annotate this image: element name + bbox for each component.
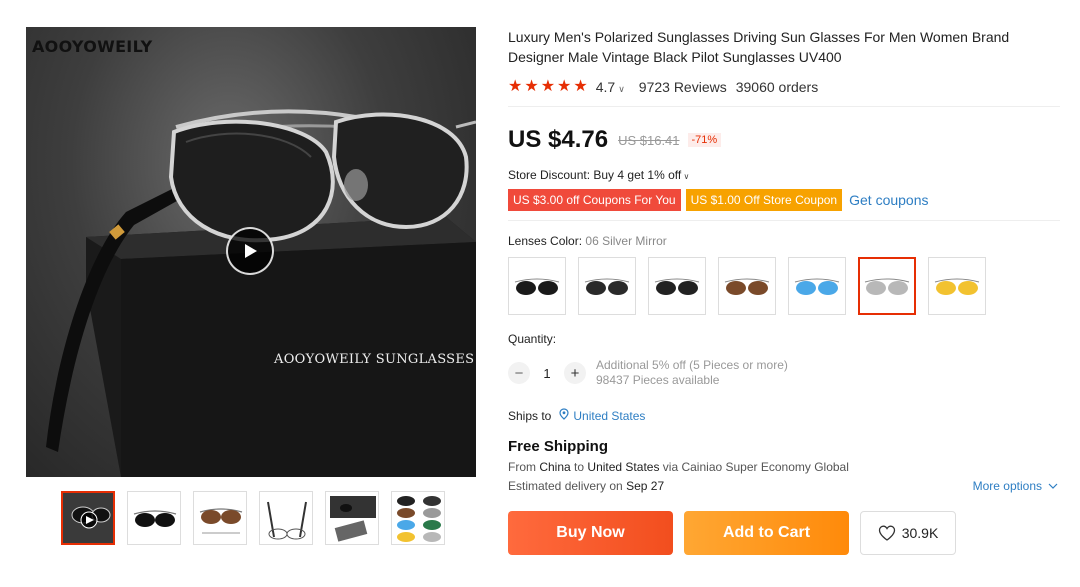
- quantity-stepper: − 1 + Additional 5% off (5 Pieces or mor…: [508, 358, 1060, 388]
- shipping-route: From China to United States via Cainiao …: [508, 460, 1060, 474]
- wishlist-count: 30.9K: [901, 525, 939, 541]
- more-shipping-options-link[interactable]: More options: [973, 479, 1058, 493]
- sunglasses-icon: [864, 278, 910, 295]
- thumbnail-folded-frame[interactable]: [259, 491, 313, 545]
- thumbnail-black-lens[interactable]: [127, 491, 181, 545]
- ships-to-country[interactable]: United States: [573, 409, 645, 423]
- sunglasses-icon: [133, 510, 177, 527]
- brand-watermark: AOOYOWEILY: [32, 37, 153, 56]
- rating-stars: ★ ★ ★ ★ ★: [508, 79, 588, 95]
- package-icon: [330, 496, 376, 542]
- lens-color-label: Lenses Color: 06 Silver Mirror: [508, 234, 1060, 248]
- sunglasses-icon: [724, 278, 770, 295]
- lens-option-5[interactable]: [788, 257, 846, 315]
- star-icon: ★: [508, 78, 523, 95]
- ship-to: United States: [587, 460, 660, 474]
- store-discount[interactable]: Store Discount: Buy 4 get 1% off ∨: [508, 168, 1060, 182]
- thumbnail-color-grid[interactable]: [391, 491, 445, 545]
- video-thumbnail-icon: [63, 493, 113, 543]
- quantity-notes: Additional 5% off (5 Pieces or more) 984…: [596, 358, 788, 388]
- to-word: to: [574, 460, 585, 474]
- heart-icon: [878, 525, 895, 541]
- thumbnail-strip: [61, 491, 445, 545]
- rating-number: 4.7: [595, 79, 616, 95]
- action-buttons: Buy Now Add to Cart 30.9K: [508, 511, 1060, 555]
- more-options-text: More options: [972, 479, 1042, 493]
- shipping-carrier: via Cainiao Super Economy Global: [662, 460, 849, 474]
- ship-from: China: [539, 460, 571, 474]
- chevron-down-icon: ∨: [681, 172, 690, 181]
- thumbnail-brown-lens[interactable]: [193, 491, 247, 545]
- sunglasses-icon: [934, 278, 980, 295]
- star-icon: ★: [540, 78, 556, 95]
- sunglasses-icon: [794, 278, 840, 295]
- coupon-for-you[interactable]: US $3.00 off Coupons For You: [508, 189, 681, 211]
- bulk-discount-note: Additional 5% off (5 Pieces or more): [596, 358, 788, 372]
- star-icon: ★: [573, 78, 588, 95]
- lens-options: [508, 257, 1060, 315]
- ships-to-label: Ships to: [508, 408, 552, 423]
- from-prefix: From: [508, 460, 536, 474]
- shipping-title: Free Shipping: [508, 438, 609, 455]
- chevron-down-icon: [1048, 483, 1058, 489]
- coupon-row: US $3.00 off Coupons For You US $1.00 Of…: [508, 189, 1060, 211]
- quantity-label: Quantity:: [508, 332, 557, 346]
- rating-value[interactable]: 4.7 ∨: [596, 79, 625, 95]
- minus-icon: −: [514, 364, 524, 382]
- thumbnail-packaging[interactable]: [325, 491, 379, 545]
- sunglasses-icon: [584, 278, 630, 295]
- lens-option-7[interactable]: [928, 257, 986, 315]
- reviews-count[interactable]: 9723 Reviews: [639, 79, 727, 95]
- lens-option-2[interactable]: [578, 257, 636, 315]
- decrease-quantity-button[interactable]: −: [508, 362, 530, 384]
- color-grid-icon: [397, 496, 441, 542]
- delivery-row: Estimated delivery on Sep 27 More option…: [508, 479, 1058, 493]
- wishlist-button[interactable]: 30.9K: [860, 511, 956, 555]
- current-price: US $4.76: [508, 126, 609, 153]
- sunglasses-icon: [267, 501, 307, 540]
- increase-quantity-button[interactable]: +: [564, 362, 586, 384]
- delivery-date: Sep 27: [626, 479, 665, 493]
- store-coupon[interactable]: US $1.00 Off Store Coupon: [685, 189, 843, 211]
- pieces-available: 98437 Pieces available: [596, 373, 720, 387]
- divider: [508, 106, 1060, 107]
- location-pin-icon: [559, 408, 569, 423]
- estimated-delivery: Estimated delivery on Sep 27: [508, 479, 664, 493]
- orders-count: 39060 orders: [735, 79, 819, 95]
- lens-option-6[interactable]: [858, 257, 916, 315]
- get-coupons-link[interactable]: Get coupons: [849, 192, 928, 208]
- price-row: US $4.76 US $16.41 -71%: [508, 126, 1060, 153]
- plus-icon: +: [570, 364, 580, 382]
- delivery-prefix: Estimated delivery on: [508, 479, 623, 493]
- sunglasses-icon: [514, 278, 560, 295]
- main-product-image[interactable]: AOOYOWEILY AOOYOWEILY SUNGLASSES: [26, 27, 476, 477]
- lens-option-3[interactable]: [648, 257, 706, 315]
- add-to-cart-button[interactable]: Add to Cart: [684, 511, 849, 555]
- store-discount-text: Store Discount: Buy 4 get 1% off: [508, 168, 682, 182]
- play-icon: [245, 244, 257, 258]
- discount-badge: -71%: [687, 133, 722, 147]
- ships-to-row: Ships to United States: [508, 408, 1060, 423]
- quantity-value[interactable]: 1: [530, 366, 564, 381]
- sunglasses-icon: [199, 508, 243, 534]
- lens-option-1[interactable]: [508, 257, 566, 315]
- play-video-button[interactable]: [226, 227, 274, 275]
- sunglasses-icon: [654, 278, 700, 295]
- star-icon: ★: [524, 78, 539, 95]
- lens-selected-value: 06 Silver Mirror: [585, 234, 667, 248]
- chevron-down-icon: ∨: [618, 84, 625, 94]
- divider: [508, 220, 1060, 221]
- product-title: Luxury Men's Polarized Sunglasses Drivin…: [508, 29, 1010, 65]
- buy-now-button[interactable]: Buy Now: [508, 511, 673, 555]
- product-info-panel: Luxury Men's Polarized Sunglasses Drivin…: [508, 27, 1060, 555]
- box-caption: AOOYOWEILY SUNGLASSES: [274, 352, 475, 367]
- lens-option-4[interactable]: [718, 257, 776, 315]
- rating-row: ★ ★ ★ ★ ★ 4.7 ∨ 9723 Reviews 39060 orders: [508, 77, 1060, 97]
- star-icon: ★: [557, 78, 572, 95]
- original-price: US $16.41: [618, 132, 680, 148]
- lens-label-text: Lenses Color:: [508, 234, 583, 248]
- thumbnail-video[interactable]: [61, 491, 115, 545]
